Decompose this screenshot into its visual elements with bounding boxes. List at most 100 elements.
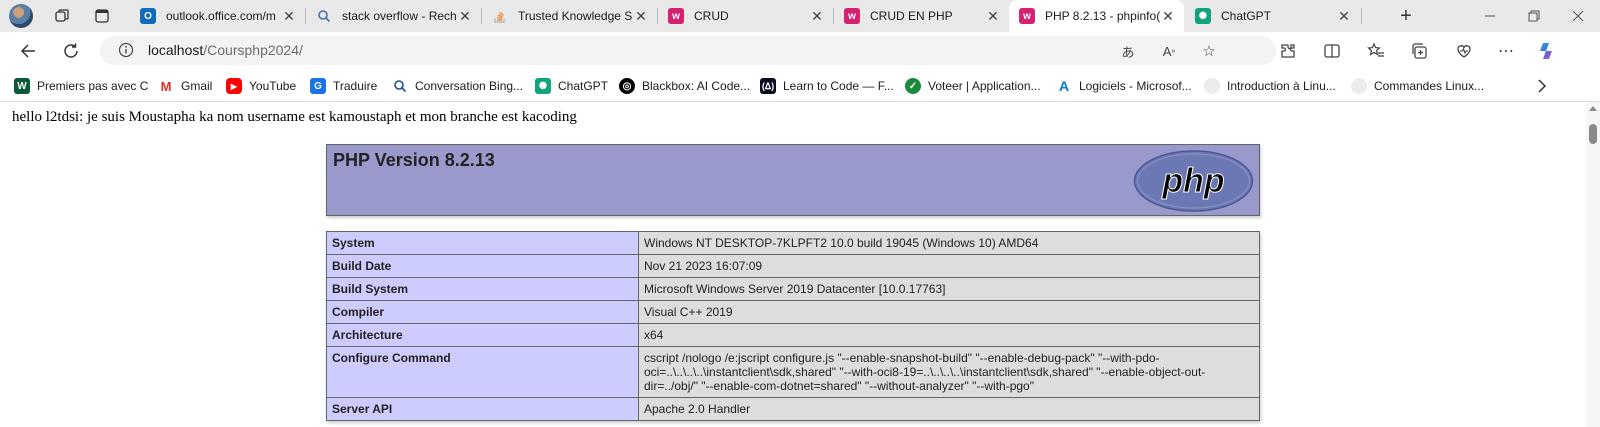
more-options-icon[interactable]: ⋯ [1494,39,1518,63]
w-icon: W [14,78,30,94]
php-version-header: PHP Version 8.2.13 php [326,144,1260,216]
bookmark-blackbox[interactable]: ◎ Blackbox: AI Code... [619,77,750,95]
info-row: Architecture x64 [326,323,1260,347]
close-icon[interactable]: ✕ [633,8,649,24]
chevron-right-icon[interactable] [1536,77,1548,95]
info-value: Microsoft Windows Server 2019 Datacenter… [638,277,1260,301]
voteer-icon: ✓ [905,78,921,94]
new-tab-button[interactable]: + [1396,5,1416,27]
bookmark-traduire[interactable]: G Traduire [310,77,377,95]
info-key: Compiler [326,300,639,324]
tab-crud[interactable]: w CRUD ✕ [658,0,833,32]
profile-avatar[interactable] [9,4,33,28]
bookmark-voteer[interactable]: ✓ Voteer | Application... [905,77,1041,95]
info-row: Build System Microsoft Windows Server 201… [326,277,1260,301]
bookmark-introduction-linux[interactable]: Introduction à Linu... [1204,77,1336,95]
page-content: hello l2tdsi: je suis Moustapha ka nom u… [0,102,1586,427]
gmail-icon: M [160,78,172,94]
info-row: Server API Apache 2.0 Handler [326,397,1260,421]
browser-essentials-icon[interactable] [1452,39,1476,63]
bookmark-conversation-bing[interactable]: Conversation Bing... [392,77,523,95]
tab-label: ChatGPT [1221,9,1272,23]
bookmark-chatgpt[interactable]: ✺ ChatGPT [535,77,608,95]
info-value: Windows NT DESKTOP-7KLPFT2 10.0 build 19… [638,231,1260,255]
info-key: Server API [326,397,639,421]
close-icon[interactable]: ✕ [985,8,1001,24]
info-value: cscript /nologo /e:jscript configure.js … [638,346,1260,398]
globe-icon [1351,78,1367,94]
back-button[interactable] [15,38,41,64]
extensions-icon[interactable] [1276,39,1300,63]
info-key: System [326,231,639,255]
close-icon[interactable]: ✕ [1160,8,1176,24]
php-version-title: PHP Version 8.2.13 [333,150,495,170]
copilot-icon[interactable] [1534,39,1558,63]
info-key: Architecture [326,323,639,347]
chatgpt-icon: ✺ [1195,8,1211,24]
tab-label: PHP 8.2.13 - phpinfo( [1045,9,1160,23]
info-value: Visual C++ 2019 [638,300,1260,324]
wamp-icon: w [668,8,684,24]
stackoverflow-icon [492,8,508,24]
close-icon[interactable]: ✕ [1336,8,1352,24]
url-text[interactable]: localhost/Coursphp2024/ [148,42,303,58]
refresh-button[interactable] [58,38,84,64]
tab-stackoverflow-search[interactable]: stack overflow - Rech ✕ [306,0,481,32]
wamp-icon: w [844,8,860,24]
freecodecamp-icon: (ᐃ) [760,78,776,94]
info-row: Build Date Nov 21 2023 16:07:09 [326,254,1260,278]
bookmark-freecodecamp[interactable]: (ᐃ) Learn to Code — F... [760,77,894,95]
scroll-up-arrow[interactable] [1589,106,1597,111]
info-value: Nov 21 2023 16:07:09 [638,254,1260,278]
hello-text: hello l2tdsi: je suis Moustapha ka nom u… [12,109,577,125]
translate-page-icon[interactable]: あ [1116,39,1140,63]
tab-actions-icon[interactable] [92,6,112,26]
favorite-star-icon[interactable]: ☆ [1197,39,1221,63]
url-host: localhost [148,42,204,58]
bookmark-gmail[interactable]: M Gmail [158,77,213,95]
info-key: Configure Command [326,346,639,398]
url-path: /Coursphp2024/ [203,42,303,58]
tab-outlook[interactable]: O outlook.office.com/m ✕ [130,0,305,32]
favorites-icon[interactable] [1364,39,1388,63]
tab-chatgpt[interactable]: ✺ ChatGPT ✕ [1185,0,1360,32]
globe-icon [1204,78,1220,94]
restore-button[interactable] [1512,0,1556,32]
tab-label: outlook.office.com/m [166,9,276,23]
php-logo-text: php [1161,162,1224,200]
php-logo[interactable]: php [1133,150,1254,212]
split-screen-icon[interactable] [1320,39,1344,63]
tab-crud-en-php[interactable]: w CRUD EN PHP ✕ [834,0,1009,32]
youtube-icon: ▶ [226,78,242,94]
info-row: System Windows NT DESKTOP-7KLPFT2 10.0 bu… [326,231,1260,255]
php-info-table: System Windows NT DESKTOP-7KLPFT2 10.0 bu… [326,231,1260,421]
collections-icon[interactable] [1408,39,1432,63]
tab-stackoverflow[interactable]: Trusted Knowledge Sh ✕ [482,0,657,32]
blackbox-icon: ◎ [619,78,635,94]
workspaces-icon[interactable] [52,6,72,26]
address-bar[interactable]: localhost/Coursphp2024/ あ A» ☆ [100,36,1276,65]
outlook-icon: O [140,8,156,24]
tab-label: CRUD EN PHP [870,9,953,23]
close-icon[interactable]: ✕ [281,8,297,24]
close-icon[interactable]: ✕ [457,8,473,24]
bookmark-logiciels-microsoft[interactable]: A Logiciels - Microsof... [1056,77,1192,95]
info-key: Build Date [326,254,639,278]
info-icon[interactable] [118,42,134,58]
close-icon[interactable]: ✕ [809,8,825,24]
bookmark-youtube[interactable]: ▶ YouTube [226,77,296,95]
page-scrollbar[interactable] [1586,102,1600,427]
tab-label: Trusted Knowledge Sh [518,9,633,23]
close-window-button[interactable] [1556,0,1600,32]
info-key: Build System [326,277,639,301]
tab-phpinfo-active[interactable]: w PHP 8.2.13 - phpinfo( ✕ [1009,0,1184,32]
bookmark-premiers-pas[interactable]: W Premiers pas avec C [14,77,148,95]
bookmark-commandes-linux[interactable]: Commandes Linux... [1351,77,1484,95]
read-aloud-icon[interactable]: A» [1157,39,1181,63]
info-value: x64 [638,323,1260,347]
bookmarks-bar: W Premiers pas avec C M Gmail ▶ YouTube … [0,69,1600,102]
scroll-thumb[interactable] [1589,124,1597,144]
azure-icon: A [1058,78,1070,94]
minimize-button[interactable] [1468,0,1512,32]
tab-label: stack overflow - Rech [342,9,457,23]
